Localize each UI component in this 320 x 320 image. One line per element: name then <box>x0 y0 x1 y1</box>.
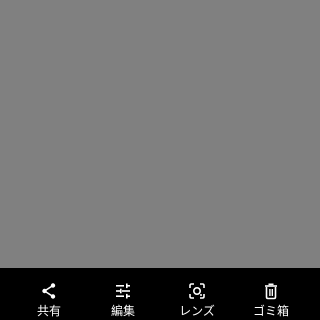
photo-display[interactable] <box>0 0 320 268</box>
share-button[interactable]: 共有 <box>19 268 79 318</box>
photo-viewer: 共有 編集 レンズ ゴミ箱 <box>0 0 320 320</box>
edit-button[interactable]: 編集 <box>93 268 153 318</box>
trash-button[interactable]: ゴミ箱 <box>241 268 301 318</box>
edit-label: 編集 <box>110 304 135 318</box>
trash-label: ゴミ箱 <box>252 304 289 318</box>
share-label: 共有 <box>36 304 61 318</box>
lens-label: レンズ <box>179 304 215 318</box>
lens-icon <box>188 282 206 300</box>
tune-sliders-icon <box>114 282 132 300</box>
bottom-action-bar: 共有 編集 レンズ ゴミ箱 <box>0 268 320 320</box>
lens-button[interactable]: レンズ <box>167 268 227 318</box>
share-icon <box>40 282 58 300</box>
trash-icon <box>262 282 280 300</box>
